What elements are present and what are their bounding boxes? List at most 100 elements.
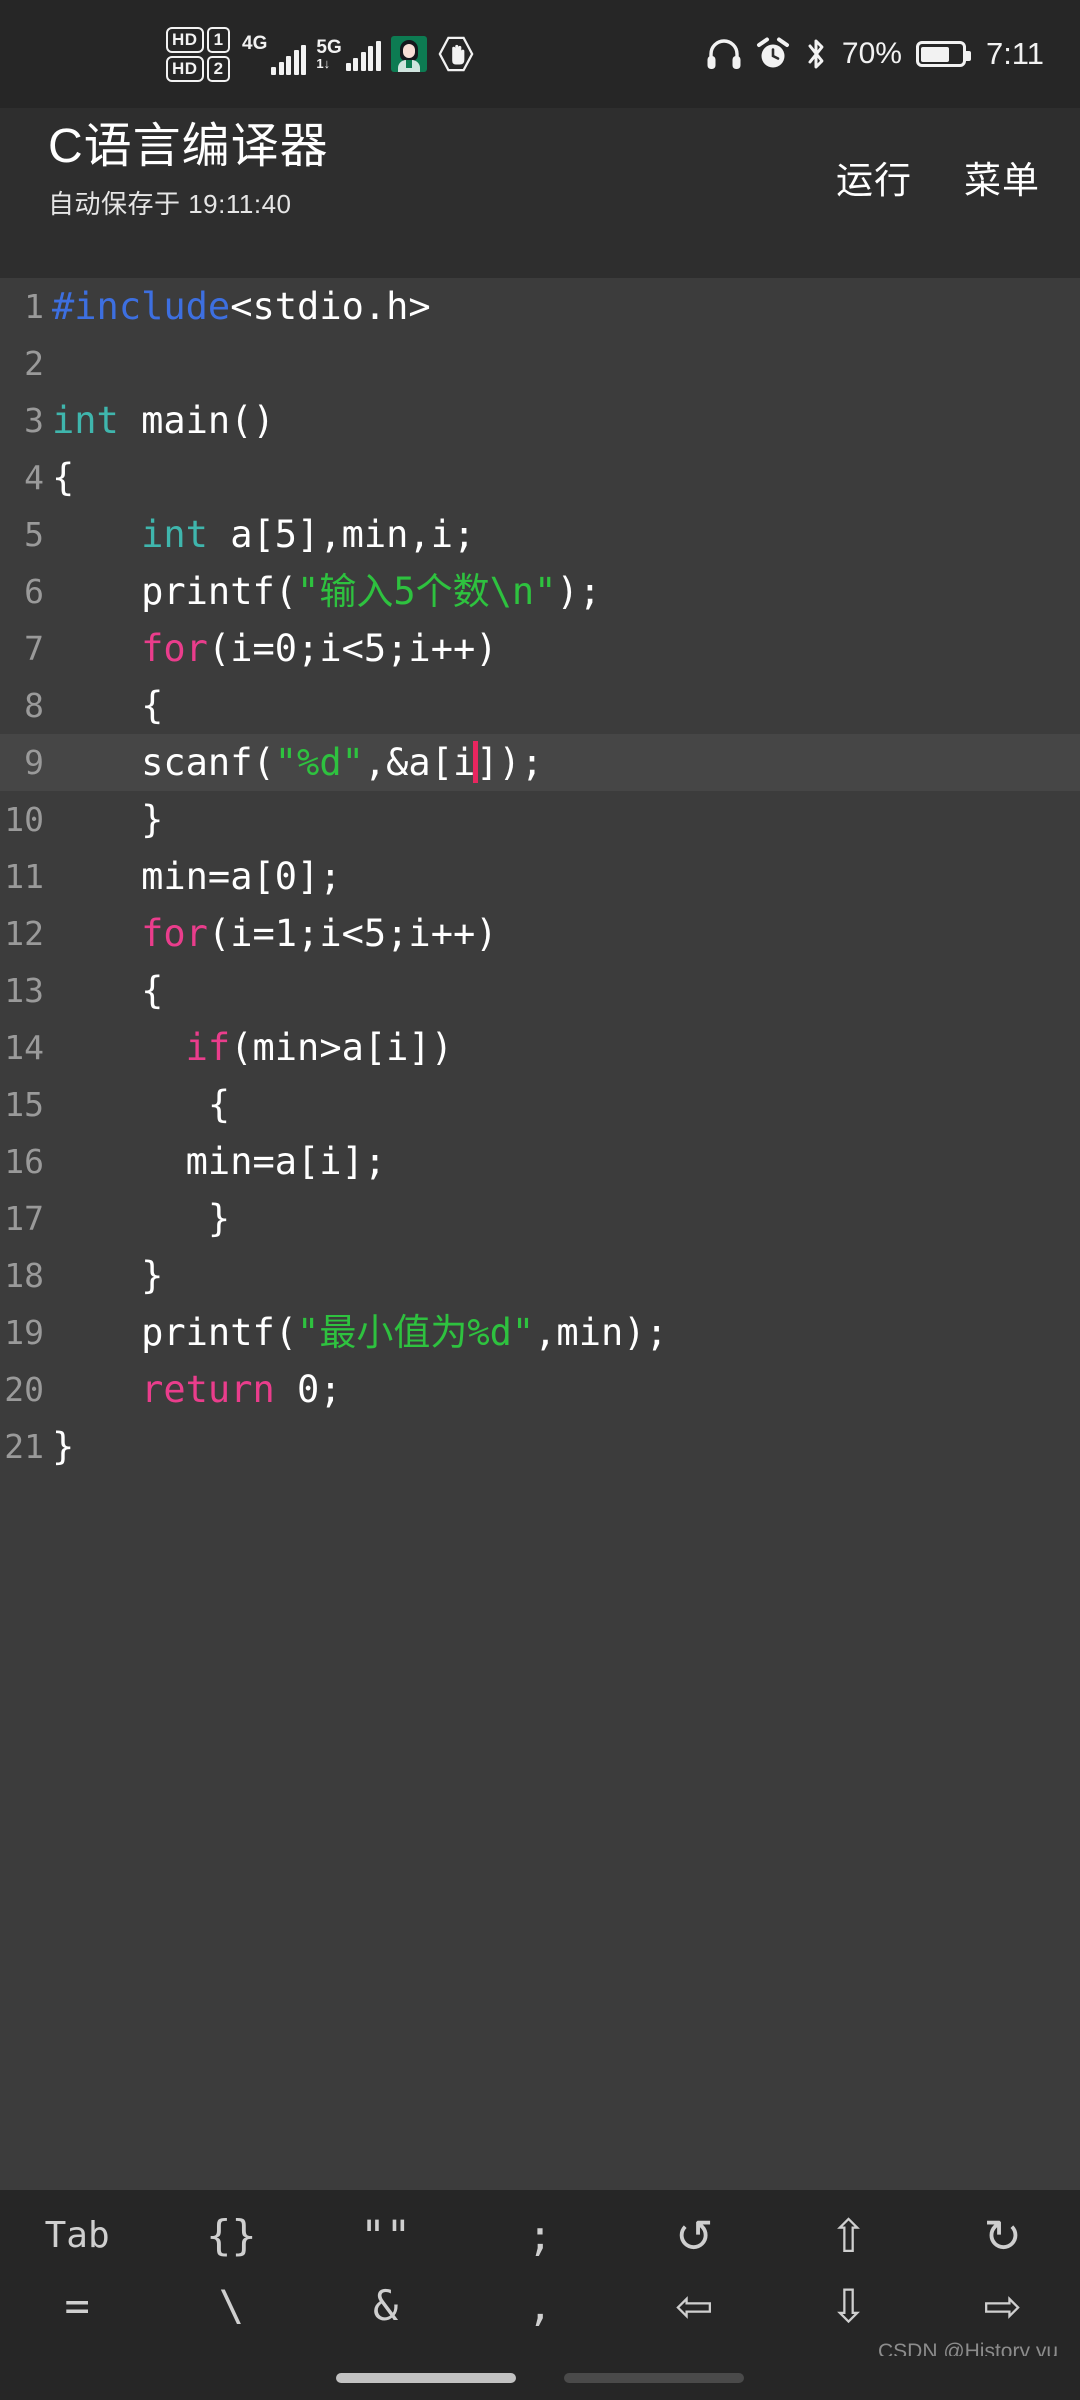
code-line-text: } [44,791,163,848]
code-line[interactable]: 4{ [0,449,1080,506]
person-avatar-icon [390,36,427,72]
line-number: 8 [24,686,44,725]
code-line[interactable]: 10 } [0,791,1080,848]
key-cursor-down[interactable]: ⇩ [771,2267,925,2344]
code-token: printf( [52,570,298,613]
code-line-text: for(i=0;i<5;i++) [44,620,497,677]
code-line[interactable]: 6 printf("输入5个数\n"); [0,563,1080,620]
menu-button[interactable]: 菜单 [964,150,1040,204]
code-line[interactable]: 12 for(i=1;i<5;i++) [0,905,1080,962]
key-toolbar-row-1: Tab{} ""; ↺ ⇧ ↻ [0,2190,1080,2267]
run-button[interactable]: 运行 [836,150,912,204]
code-line[interactable]: 5 int a[5],min,i; [0,506,1080,563]
line-number: 16 [4,1142,44,1181]
code-token: "%d" [274,741,364,784]
code-line[interactable]: 15 { [0,1076,1080,1133]
code-editor[interactable]: 1 #include<stdio.h> 2 3 int main() 4{5 int a[… [0,278,1080,2190]
code-token: main() [118,399,275,442]
sim2-indicator: HD 2 [166,55,231,82]
sim2-number: 2 [206,55,231,82]
code-line-text: if(min>a[i]) [44,1019,453,1076]
code-line[interactable]: 20 return 0; [0,1361,1080,1418]
page-title: C语言编译器 [48,120,329,173]
code-token: { [52,969,164,1012]
key-quotes[interactable]: "" [309,2204,463,2267]
code-token: int [141,513,208,556]
key-backslash[interactable]: \ [154,2267,308,2344]
line-number: 9 [24,743,44,782]
line-number: 17 [4,1199,44,1238]
code-line[interactable]: 19 printf("最小值为%d",min); [0,1304,1080,1361]
key-comma[interactable]: , [463,2267,617,2344]
key-ampersand[interactable]: & [309,2267,463,2344]
code-token: ); [556,570,601,613]
code-line[interactable]: 16 min=a[i]; [0,1133,1080,1190]
code-line[interactable]: 14 if(min>a[i]) [0,1019,1080,1076]
code-line-text: { [44,1076,230,1133]
key-tab[interactable]: Tab [0,2204,154,2267]
code-token: (i=1;i<5;i++) [207,912,498,955]
line-number: 6 [24,572,44,611]
code-line[interactable]: 3 int main() [0,392,1080,449]
code-line-text: scanf("%d",&a[i]); [44,734,543,791]
code-line[interactable]: 18 } [0,1247,1080,1304]
key-cursor-right[interactable]: ⇨ [926,2267,1080,2344]
code-line[interactable]: 2 [0,335,1080,392]
code-token: min=a[0]; [52,855,342,898]
bluetooth-icon [804,37,828,71]
code-token: { [52,456,75,499]
code-line-text: } [44,1190,230,1247]
code-line[interactable]: 8 { [0,677,1080,734]
key-semicolon[interactable]: ; [463,2204,617,2267]
key-equals[interactable]: = [0,2267,154,2344]
code-token: #include [52,285,231,328]
hand-stop-icon [438,36,474,72]
key-cursor-up[interactable]: ⇧ [771,2204,925,2267]
code-line-text: printf("最小值为%d",min); [44,1304,668,1361]
home-gesture-handle[interactable] [336,2373,516,2383]
key-toolbar-row-2: = \ &, ⇦ ⇩ ⇨ [0,2267,1080,2344]
code-line[interactable]: 21} [0,1418,1080,1475]
status-bar: HD 1 HD 2 4G 5G 1↓ 70% 7:11 [0,0,1080,108]
code-line-text: } [44,1418,74,1475]
status-bar-left: HD 1 HD 2 4G 5G 1↓ [166,26,475,82]
code-token: "最小值为%d" [297,1311,535,1354]
code-line-text: min=a[i]; [44,1133,387,1190]
key-redo[interactable]: ↻ [926,2204,1080,2267]
code-line[interactable]: 17 } [0,1190,1080,1247]
code-line[interactable]: 1 #include<stdio.h> [0,278,1080,335]
line-number: 11 [4,857,44,896]
key-braces[interactable]: {} [154,2204,308,2267]
code-line-text: } [44,1247,163,1304]
code-line[interactable]: 11 min=a[0]; [0,848,1080,905]
line-number: 21 [4,1427,44,1466]
code-line-text: { [44,962,163,1019]
code-token: scanf( [52,741,275,784]
key-undo[interactable]: ↺ [617,2204,771,2267]
code-line-text: for(i=1;i<5;i++) [44,905,498,962]
line-number: 2 [24,344,44,383]
battery-icon [915,41,971,67]
code-token: 0; [274,1368,342,1411]
key-cursor-left[interactable]: ⇦ [617,2267,771,2344]
code-line[interactable]: 7 for(i=0;i<5;i++) [0,620,1080,677]
code-token: { [52,1083,231,1126]
code-line-text: { [44,677,163,734]
line-number: 15 [4,1085,44,1124]
signal-bars-icon [271,44,307,75]
code-token: int [52,399,119,442]
line-number: 20 [4,1370,44,1409]
code-token: ,&a[i [363,741,476,784]
code-token: ,min); [534,1311,668,1354]
status-bar-right: 70% 7:11 [706,36,1044,72]
code-line[interactable]: 9 scanf("%d",&a[i]); [0,734,1080,791]
code-token: "输入5个数\n" [297,570,557,613]
code-line[interactable]: 13 { [0,962,1080,1019]
recents-gesture-handle[interactable] [564,2373,744,2383]
battery-percent-label: 70% [841,37,902,70]
code-token: } [52,1425,75,1468]
app-bar-titles: C语言编译器 自动保存于 19:11:40 [48,120,329,221]
